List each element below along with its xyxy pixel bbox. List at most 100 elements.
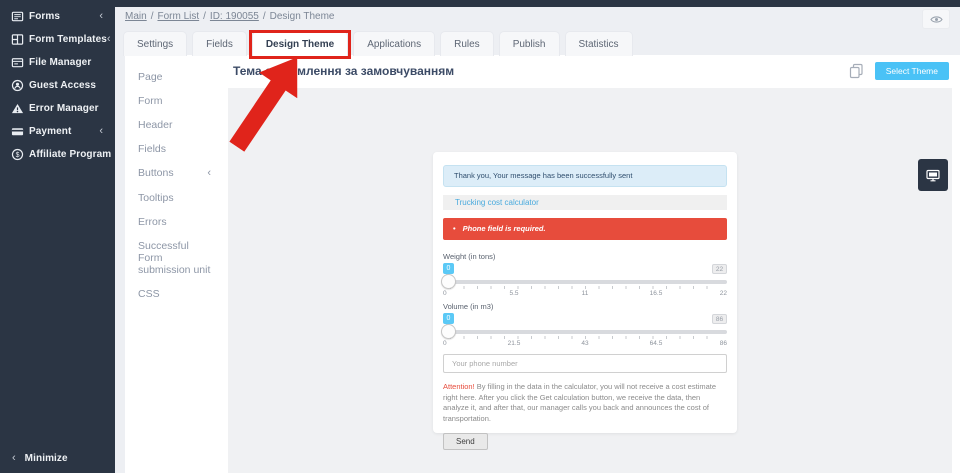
success-alert: Thank you, Your message has been success…: [443, 165, 727, 187]
tab-settings[interactable]: Settings: [123, 31, 188, 56]
tick-label: 22: [719, 290, 727, 297]
tab-bar: Settings Fields Design Theme Application…: [123, 30, 633, 59]
breadcrumb-link-form-id[interactable]: ID: 190055: [210, 11, 259, 22]
breadcrumb-link-form-list[interactable]: Form List: [157, 11, 199, 22]
slider-max-badge: 22: [712, 264, 727, 274]
slider-handle[interactable]: [441, 324, 456, 339]
sidebar-item-guest-access[interactable]: Guest Access: [0, 74, 115, 97]
desktop-preview-button[interactable]: [918, 159, 948, 191]
slider-group-weight: Weight (in tons) 0 22 0 5.5 11 16.5 22: [441, 252, 727, 299]
tick-label: 0: [443, 290, 447, 297]
sidebar-item-label: File Manager: [29, 57, 92, 68]
tab-fields[interactable]: Fields: [192, 31, 247, 56]
design-menu-errors[interactable]: Errors: [125, 210, 221, 234]
tick-label: 64.5: [649, 340, 663, 347]
phone-input[interactable]: [443, 354, 727, 373]
slider-value-badge: 0: [443, 313, 454, 325]
sidebar-item-file-manager[interactable]: File Manager: [0, 51, 115, 74]
preview-eye-button[interactable]: [922, 9, 950, 29]
design-menu-fields[interactable]: Fields: [125, 137, 221, 161]
error-manager-icon: [10, 102, 24, 116]
tick-label: 86: [719, 340, 727, 347]
sidebar-item-label: Error Manager: [29, 103, 99, 114]
menu-item-label: Page: [138, 71, 163, 83]
attention-note: Attention! By filling in the data in the …: [443, 382, 727, 424]
design-menu-css[interactable]: CSS: [125, 282, 221, 306]
affiliate-program-icon: $: [10, 148, 24, 162]
error-bullet: •: [453, 224, 456, 233]
design-theme-menu: Page Form Header Fields Buttons ‹ Toolti…: [125, 55, 221, 473]
minimize-label: Minimize: [24, 452, 68, 464]
breadcrumb-separator: /: [262, 11, 266, 22]
slider-tick-labels: 0 5.5 11 16.5 22: [443, 289, 727, 299]
main-sidebar: Forms ‹ Form Templates ‹ File Manager Gu…: [0, 0, 115, 473]
breadcrumb-link-main[interactable]: Main: [125, 11, 147, 22]
design-menu-tooltips[interactable]: Tooltips: [125, 186, 221, 210]
select-theme-button[interactable]: Select Theme: [874, 62, 949, 80]
design-theme-main: Тема оформлення за замовчуванням Select …: [221, 55, 960, 473]
chevron-left-icon: ‹: [99, 125, 103, 137]
design-menu-header[interactable]: Header: [125, 113, 221, 137]
tick-label: 5.5: [509, 290, 519, 297]
menu-item-label: Errors: [138, 215, 167, 228]
slider-tick-labels: 0 21.5 43 64.5 86: [443, 339, 727, 349]
top-bar: [0, 0, 960, 7]
slider-handle[interactable]: [441, 274, 456, 289]
slider-label: Weight (in tons): [443, 252, 496, 261]
send-button[interactable]: Send: [443, 433, 488, 450]
slider-track-volume[interactable]: [441, 324, 727, 339]
breadcrumb: Main / Form List / ID: 190055/Design Theme: [125, 11, 335, 22]
slider-label: Volume (in m3): [443, 302, 494, 311]
slider-max-badge: 86: [712, 314, 727, 324]
tab-applications[interactable]: Applications: [353, 31, 436, 56]
forms-icon: [10, 10, 24, 24]
tick-label: 21.5: [507, 340, 521, 347]
page-title: Тема оформлення за замовчуванням: [233, 64, 455, 78]
sidebar-item-payment[interactable]: Payment ‹: [0, 120, 115, 143]
form-preview-card: Thank you, Your message has been success…: [433, 152, 737, 450]
tab-label: Design Theme: [265, 39, 335, 50]
menu-item-label: Buttons: [138, 167, 174, 180]
copy-icon[interactable]: [849, 63, 864, 79]
tick-label: 11: [581, 290, 589, 297]
tab-design-theme[interactable]: Design Theme: [248, 30, 352, 59]
chevron-left-icon: ‹: [12, 451, 16, 464]
monitor-icon: [925, 168, 941, 183]
menu-item-label: Fields: [138, 143, 167, 156]
tab-statistics[interactable]: Statistics: [564, 31, 633, 56]
sidebar-item-error-manager[interactable]: Error Manager: [0, 97, 115, 120]
menu-item-label: Form: [138, 95, 163, 108]
file-manager-icon: [10, 56, 24, 70]
sidebar-minimize-button[interactable]: ‹ Minimize: [0, 447, 115, 469]
tick-label: 0: [443, 340, 447, 347]
content-panel: Page Form Header Fields Buttons ‹ Toolti…: [125, 55, 960, 473]
breadcrumb-separator: /: [150, 11, 154, 22]
sidebar-item-forms[interactable]: Forms ‹: [0, 5, 115, 28]
slider-track-bar: [443, 280, 727, 284]
payment-icon: [10, 125, 24, 139]
menu-item-label: Header: [138, 119, 173, 132]
svg-text:$: $: [15, 152, 19, 159]
form-preview-area: Thank you, Your message has been success…: [228, 88, 952, 473]
chevron-left-icon: ‹: [207, 167, 211, 180]
attention-text: By filling in the data in the calculator…: [443, 382, 716, 423]
chevron-left-icon: ‹: [106, 33, 111, 45]
form-templates-icon: [10, 33, 24, 47]
attention-prefix: Attention!: [443, 382, 475, 391]
error-text: Phone field is required.: [462, 224, 546, 233]
design-menu-success-unit[interactable]: Successful Form submission unit: [125, 234, 221, 282]
sidebar-item-label: Forms: [29, 11, 61, 22]
design-menu-page[interactable]: Page: [125, 65, 221, 89]
sidebar-item-form-templates[interactable]: Form Templates ‹: [0, 28, 115, 51]
slider-value-badge: 0: [443, 263, 454, 275]
tab-publish[interactable]: Publish: [498, 31, 560, 56]
slider-track-weight[interactable]: [441, 274, 727, 289]
tab-rules[interactable]: Rules: [440, 31, 494, 56]
design-menu-buttons[interactable]: Buttons ‹: [125, 161, 221, 186]
form-title-link[interactable]: Trucking cost calculator: [455, 198, 539, 207]
design-menu-form[interactable]: Form: [125, 89, 221, 113]
chevron-left-icon: ‹: [99, 10, 103, 22]
sidebar-item-label: Form Templates: [29, 34, 107, 45]
guest-access-icon: [10, 79, 24, 93]
sidebar-item-affiliate-program[interactable]: $ Affiliate Program: [0, 143, 115, 166]
